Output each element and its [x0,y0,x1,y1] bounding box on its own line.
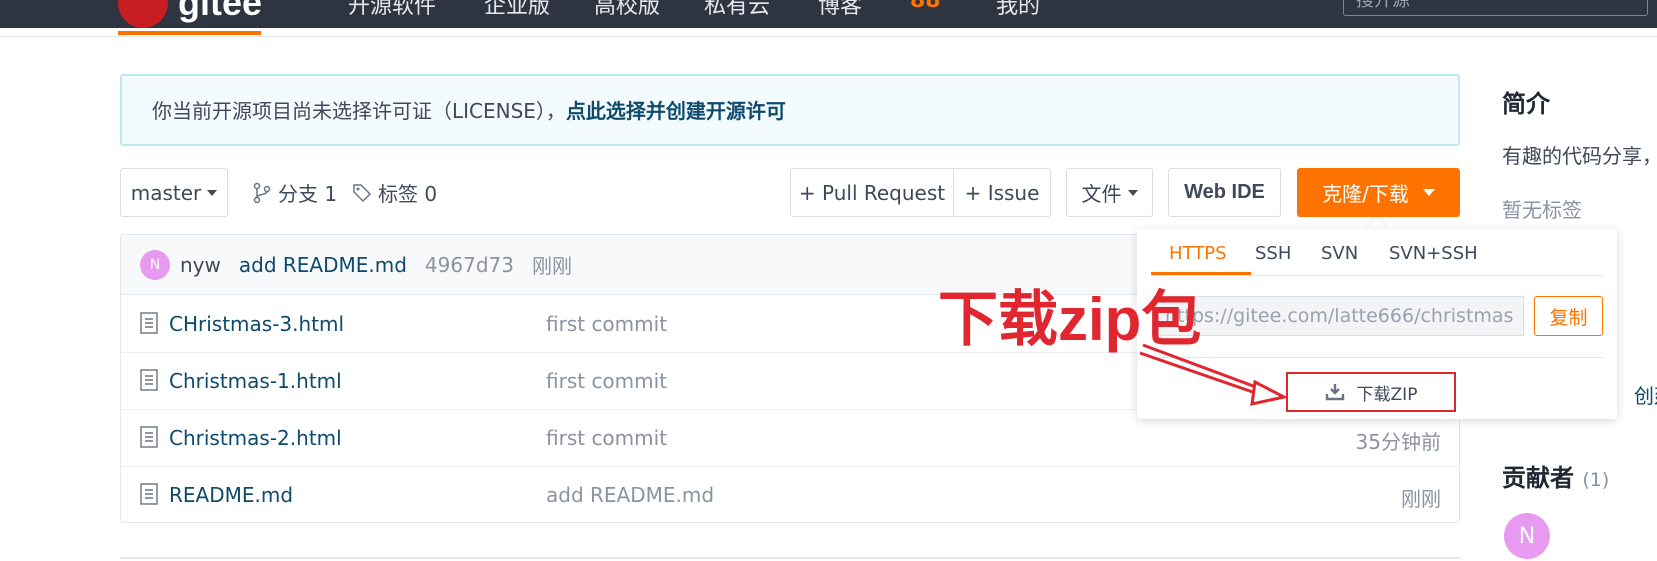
pull-request-button[interactable]: + Pull Request [790,168,954,217]
top-nav: gitee 开源软件 企业版 高校版 私有云 博客 88 我的 搜开源 [0,0,1657,28]
download-zip-button[interactable]: 下载ZIP [1286,372,1456,412]
file-icon [140,369,158,391]
avatar[interactable]: N [140,249,170,280]
file-menu-button[interactable]: 文件 [1066,168,1153,217]
tab-svn-ssh[interactable]: SVN+SSH [1389,243,1478,264]
clone-download-label: 克隆/下载 [1322,182,1409,206]
section-divider [120,557,1460,559]
download-icon [1325,384,1344,401]
create-link[interactable]: 创建 [1634,380,1657,409]
chevron-down-icon [207,189,218,196]
tab-svn[interactable]: SVN [1321,243,1358,264]
nav-link-open-source[interactable]: 开源软件 [348,0,436,20]
file-name-link[interactable]: CHristmas-3.html [169,312,344,336]
intro-title: 简介 [1502,90,1550,118]
branches-label: 分支 1 [278,182,338,206]
clone-url-input[interactable] [1154,296,1524,336]
tags-count-link[interactable]: 标签 0 [352,178,437,207]
file-commit-time: 刚刚 [1401,487,1441,511]
nav-search-input[interactable]: 搜开源 [1343,0,1648,16]
table-row: README.md add README.md 刚刚 [121,467,1459,524]
commit-author[interactable]: nyw [180,253,221,277]
no-tags-text: 暂无标签 [1502,198,1582,222]
branch-select[interactable]: master [120,168,228,217]
file-icon [140,312,158,334]
chevron-down-icon [1127,189,1138,196]
chevron-down-icon [1422,189,1435,196]
commit-time: 刚刚 [531,254,572,278]
tags-label: 标签 0 [378,182,438,206]
copy-button[interactable]: 复制 [1534,296,1603,336]
web-ide-button[interactable]: Web IDE [1168,168,1281,217]
file-icon [140,426,158,448]
nav-link-education[interactable]: 高校版 [594,0,660,20]
clone-download-button[interactable]: 克隆/下载 [1297,168,1460,217]
logo-text[interactable]: gitee [178,0,262,24]
file-icon [140,483,158,505]
file-commit-message[interactable]: first commit [546,426,667,450]
nav-link-hot[interactable]: 88 [910,0,941,13]
branch-label: master [130,180,202,205]
file-commit-message[interactable]: first commit [546,312,667,336]
nav-link-enterprise[interactable]: 企业版 [484,0,550,20]
tab-https[interactable]: HTTPS [1169,243,1227,264]
contributors-label: 贡献者 [1502,464,1574,492]
file-menu-label: 文件 [1081,182,1122,206]
clone-popup: HTTPS SSH SVN SVN+SSH 复制 下载ZIP [1137,229,1617,419]
nav-active-underline [118,31,261,35]
file-name-link[interactable]: README.md [169,483,293,507]
license-banner: 你当前开源项目尚未选择许可证（LICENSE），点此选择并创建开源许可 [120,74,1460,146]
annotation-label: 下载zip包 [938,286,1202,353]
nav-divider [0,36,1657,37]
active-tab-underline [1151,272,1251,275]
file-name-link[interactable]: Christmas-2.html [169,426,342,450]
gitee-logo-icon[interactable] [118,0,168,28]
avatar[interactable]: N [1504,513,1550,559]
file-commit-message[interactable]: first commit [546,369,667,393]
contributors-title: 贡献者 (1) [1502,458,1609,493]
issue-button[interactable]: + Issue [953,168,1051,217]
file-commit-time: 35分钟前 [1355,430,1441,454]
intro-text: 有趣的代码分享， [1502,144,1657,168]
tag-icon [353,183,372,202]
nav-link-private-cloud[interactable]: 私有云 [704,0,770,20]
file-name-link[interactable]: Christmas-1.html [169,369,342,393]
commit-hash[interactable]: 4967d73 [425,253,514,277]
license-text: 你当前开源项目尚未选择许可证（LICENSE）， [152,99,566,123]
download-zip-label: 下载ZIP [1356,384,1418,405]
nav-link-mine[interactable]: 我的 [996,0,1040,20]
license-create-link[interactable]: 点此选择并创建开源许可 [566,99,786,123]
popup-divider [1151,357,1603,358]
file-commit-message[interactable]: add README.md [546,483,714,507]
tab-divider [1151,275,1603,276]
tab-ssh[interactable]: SSH [1255,243,1291,264]
commit-message[interactable]: add README.md [239,253,407,277]
contributors-count: (1) [1582,469,1610,491]
branches-count-link[interactable]: 分支 1 [252,178,337,207]
branch-icon [253,182,271,203]
nav-link-blog[interactable]: 博客 [818,0,862,20]
